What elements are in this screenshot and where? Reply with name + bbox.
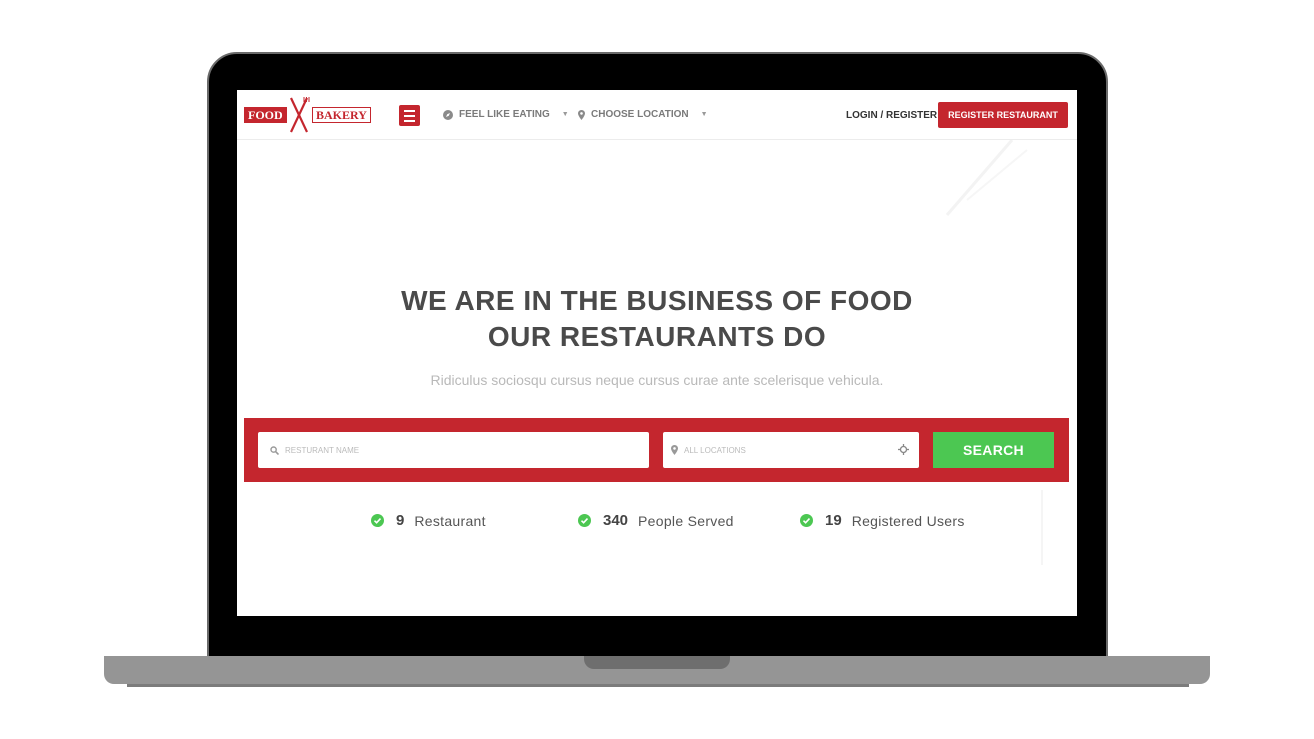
chevron-down-icon: ▼ — [561, 111, 569, 118]
hamburger-icon[interactable] — [399, 105, 420, 126]
search-bar: SEARCH — [244, 418, 1069, 482]
nav-feel-like-eating-label: FEEL LIKE EATING — [459, 109, 550, 120]
nav-feel-like-eating[interactable]: FEEL LIKE EATING ▼ — [443, 109, 569, 120]
login-register-link[interactable]: LOGIN / REGISTER — [846, 110, 937, 121]
location-input[interactable] — [682, 444, 866, 456]
register-restaurant-button[interactable]: REGISTER RESTAURANT — [938, 102, 1068, 128]
decorative-lines — [1041, 490, 1043, 565]
nav-choose-location-label: CHOOSE LOCATION — [591, 109, 689, 120]
hero-title: WE ARE IN THE BUSINESS OF FOOD OUR RESTA… — [237, 283, 1077, 355]
stat-label: Restaurant — [414, 512, 486, 529]
logo-bakery-text: BAKERY — [312, 107, 371, 123]
check-circle-icon — [371, 514, 384, 527]
nav-choose-location[interactable]: CHOOSE LOCATION ▼ — [578, 109, 708, 120]
stat-value: 9 — [396, 512, 405, 529]
restaurant-name-field[interactable] — [258, 432, 649, 468]
stat-restaurants: 9 Restaurant — [371, 512, 486, 529]
chevron-down-icon: ▼ — [700, 111, 708, 118]
stat-label: People Served — [638, 512, 734, 529]
stat-value: 19 — [825, 512, 842, 529]
map-pin-icon — [671, 445, 678, 455]
location-field[interactable] — [663, 432, 919, 468]
laptop-notch — [584, 656, 730, 669]
logo-food-text: FOOD — [244, 107, 287, 123]
hero-title-line-1: WE ARE IN THE BUSINESS OF FOOD — [401, 285, 913, 316]
hero-subtitle: Ridiculus sociosqu cursus neque cursus c… — [430, 372, 884, 388]
site-logo[interactable]: FOOD BAKERY — [244, 97, 376, 133]
search-icon — [270, 445, 279, 455]
crosshair-icon[interactable] — [898, 444, 909, 455]
stat-label: Registered Users — [851, 512, 965, 529]
stat-people-served: 340 People Served — [578, 512, 734, 529]
check-circle-icon — [578, 514, 591, 527]
site-header: FOOD BAKERY FEEL LIKE EATING ▼ CHOOSE LO… — [237, 90, 1077, 140]
stat-value: 340 — [603, 512, 629, 529]
compass-icon — [443, 109, 453, 120]
search-button[interactable]: SEARCH — [933, 432, 1054, 468]
laptop-screen: FOOD BAKERY FEEL LIKE EATING ▼ CHOOSE LO… — [237, 90, 1077, 616]
check-circle-icon — [800, 514, 813, 527]
fork-knife-icon — [290, 97, 310, 133]
stat-registered-users: 19 Registered Users — [800, 512, 965, 529]
hero-title-line-2: OUR RESTAURANTS DO — [487, 321, 827, 352]
map-pin-icon — [578, 109, 585, 120]
laptop-foot — [127, 684, 1189, 687]
decorative-lines — [945, 140, 1028, 216]
restaurant-name-input[interactable] — [283, 444, 487, 456]
